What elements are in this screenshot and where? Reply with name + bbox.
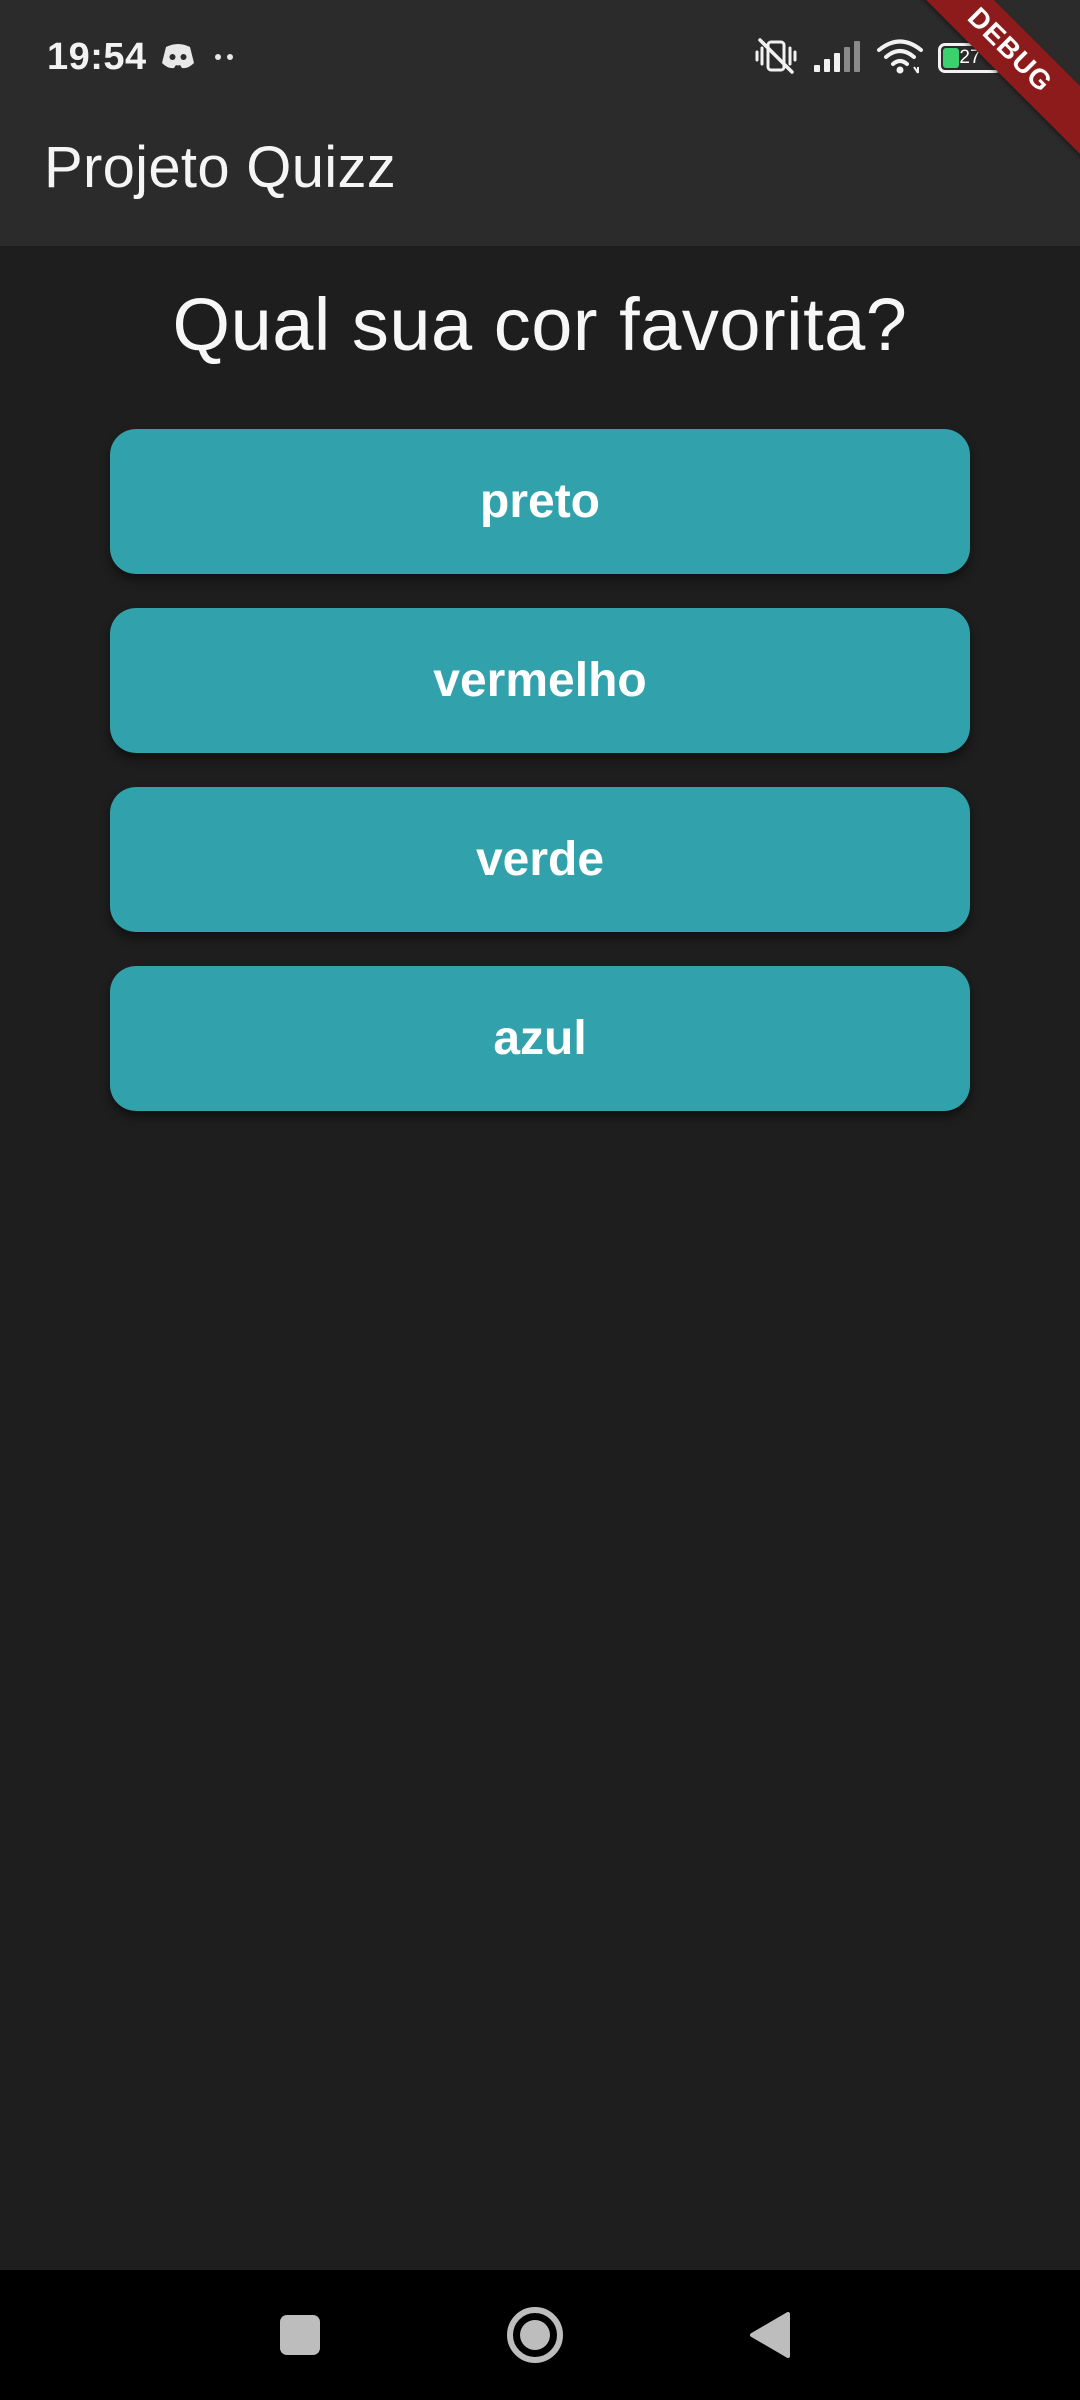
navigation-bar xyxy=(0,2270,1080,2400)
wifi-icon xyxy=(876,37,924,80)
vibrate-off-icon xyxy=(754,36,798,81)
question-text: Qual sua cor favorita? xyxy=(172,283,908,366)
status-bar: 19:54 27 xyxy=(0,0,1080,116)
quiz-screen: 19:54 27 Projeto Quizz DEBUG Qual sua co… xyxy=(0,0,1080,2400)
home-icon[interactable] xyxy=(475,2270,595,2400)
signal-icon xyxy=(812,39,862,78)
status-left-icons xyxy=(160,40,234,76)
answer-button-preto[interactable]: preto xyxy=(110,429,970,574)
app-title: Projeto Quizz xyxy=(44,135,397,200)
answer-button-azul[interactable]: azul xyxy=(110,966,970,1111)
answer-button-verde[interactable]: verde xyxy=(110,787,970,932)
status-time: 19:54 xyxy=(47,36,147,78)
top-surface: 19:54 27 Projeto Quizz DEBUG xyxy=(0,0,1080,246)
app-bar: Projeto Quizz xyxy=(0,116,1080,246)
more-dots-icon xyxy=(214,49,234,67)
back-icon[interactable] xyxy=(710,2270,830,2400)
status-right-icons: 27 xyxy=(754,36,1008,81)
answer-button-vermelho[interactable]: vermelho xyxy=(110,608,970,753)
recent-apps-icon[interactable] xyxy=(240,2270,360,2400)
answer-list: preto vermelho verde azul xyxy=(110,429,970,1145)
discord-icon xyxy=(160,41,196,76)
